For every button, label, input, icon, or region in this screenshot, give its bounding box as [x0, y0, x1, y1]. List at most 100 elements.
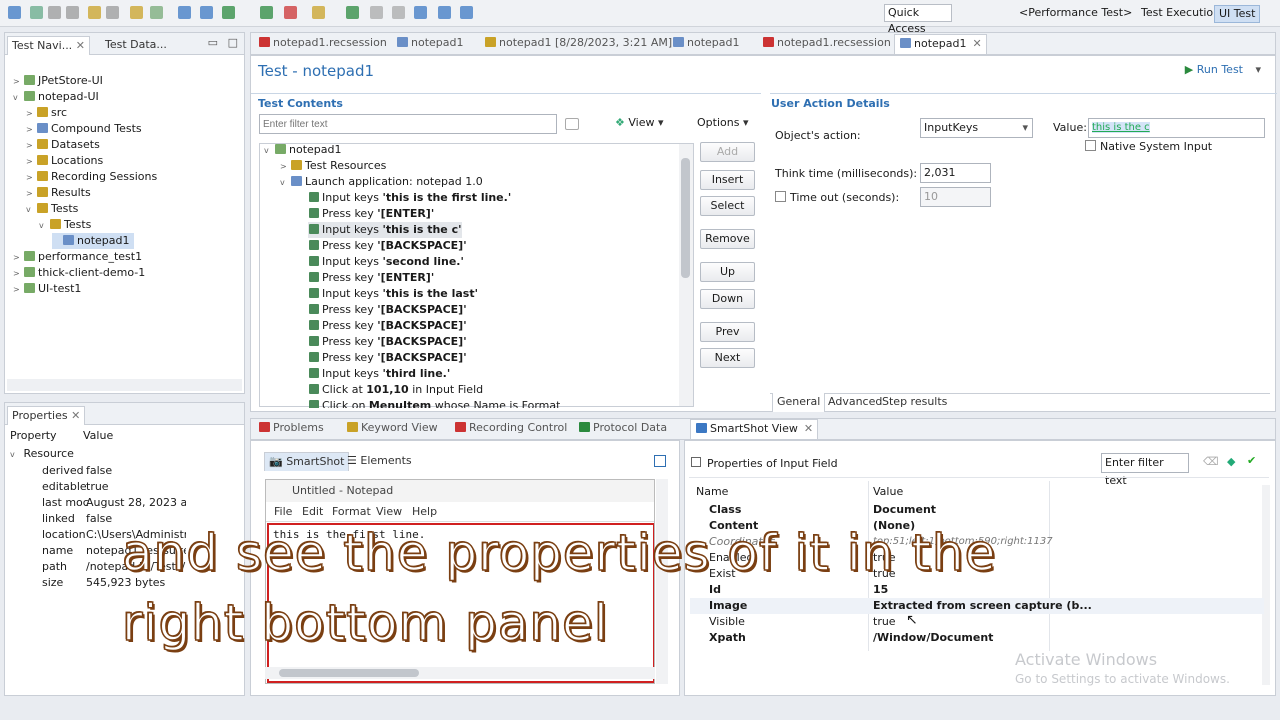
- options-menu[interactable]: Options ▾: [697, 116, 748, 129]
- test-resources-node[interactable]: > Test Resources: [280, 158, 386, 174]
- test-step[interactable]: Press key '[BACKSPACE]': [308, 302, 467, 318]
- nav-icon[interactable]: [460, 6, 473, 19]
- navigator-item[interactable]: > Results: [26, 185, 91, 201]
- property-row[interactable]: Xpath/Window/Document: [690, 630, 1264, 646]
- chevron-right-icon[interactable]: >: [26, 138, 36, 154]
- navigator-item[interactable]: > src: [26, 105, 67, 121]
- chevron-down-icon[interactable]: v: [26, 202, 36, 218]
- debug-icon[interactable]: [222, 6, 235, 19]
- chevron-right-icon[interactable]: >: [26, 154, 36, 170]
- think-time-input[interactable]: 2,031: [920, 163, 991, 183]
- annotation-icon[interactable]: [370, 6, 383, 19]
- navigator-item[interactable]: > Datasets: [26, 137, 100, 153]
- perspective-ui-test[interactable]: UI Test: [1214, 5, 1261, 23]
- navigator-item[interactable]: > UI-test1: [13, 281, 81, 297]
- view-menu[interactable]: ❖ View ▾: [615, 116, 664, 129]
- new-icon[interactable]: [8, 6, 21, 19]
- search-icon[interactable]: [178, 6, 191, 19]
- test-step[interactable]: Click at 101,10 in Input Field: [308, 382, 483, 398]
- run-test-button[interactable]: ▶ Run Test: [1185, 63, 1243, 76]
- external-tools-icon[interactable]: [312, 6, 325, 19]
- print-icon[interactable]: [66, 6, 79, 19]
- insert-button[interactable]: Insert: [700, 170, 755, 190]
- chevron-down-icon[interactable]: v: [13, 90, 23, 106]
- forward-icon[interactable]: [438, 6, 451, 19]
- refresh-icon[interactable]: [130, 6, 143, 19]
- perspective-performance-test[interactable]: <Performance Test>: [1015, 5, 1136, 21]
- bottom-tab[interactable]: SmartShot View ✕: [690, 419, 819, 439]
- native-input-checkbox[interactable]: [1085, 140, 1096, 151]
- chevron-down-icon[interactable]: v: [264, 143, 274, 159]
- diamond-icon[interactable]: ◆: [1227, 455, 1235, 468]
- bottom-tab[interactable]: Keyword View: [342, 419, 442, 439]
- settings-icon[interactable]: [150, 6, 163, 19]
- navigator-item[interactable]: > JPetStore-UI: [13, 73, 103, 89]
- chevron-right-icon[interactable]: >: [26, 186, 36, 202]
- open-icon[interactable]: [30, 6, 43, 19]
- navigator-item[interactable]: v notepad-UI: [13, 89, 99, 105]
- back-icon[interactable]: [414, 6, 427, 19]
- remove-button[interactable]: Remove: [700, 229, 755, 249]
- test-step[interactable]: Press key '[BACKSPACE]': [308, 350, 467, 366]
- maximize-icon[interactable]: □: [228, 36, 238, 49]
- find-icon[interactable]: [200, 6, 213, 19]
- navigator-item[interactable]: v Tests: [39, 217, 91, 233]
- test-step[interactable]: Click on MenuItem whose Name is Format: [308, 398, 560, 408]
- tree-root[interactable]: v notepad1: [264, 142, 342, 158]
- close-icon[interactable]: ✕: [76, 39, 85, 52]
- test-step[interactable]: Input keys 'third line.': [308, 366, 450, 382]
- editor-tab[interactable]: notepad1.recsession: [254, 34, 391, 54]
- up-button[interactable]: Up: [700, 262, 755, 282]
- next-button[interactable]: Next: [700, 348, 755, 368]
- clear-filter-icon[interactable]: ⌫: [1203, 455, 1219, 468]
- undo-icon[interactable]: [88, 6, 101, 19]
- save-icon[interactable]: [48, 6, 61, 19]
- select-button[interactable]: Select: [700, 196, 755, 216]
- perspective-test-execution[interactable]: Test Execution: [1137, 5, 1224, 21]
- navigator-item[interactable]: > Locations: [26, 153, 103, 169]
- dropdown-icon[interactable]: ▾: [1255, 63, 1261, 76]
- chevron-right-icon[interactable]: >: [26, 122, 36, 138]
- editor-tab[interactable]: notepad1: [392, 34, 468, 54]
- property-row[interactable]: Class Document: [690, 502, 1264, 518]
- chevron-right-icon[interactable]: >: [280, 159, 290, 175]
- test-step[interactable]: Press key '[ENTER]': [308, 206, 434, 222]
- chevron-right-icon[interactable]: >: [13, 250, 23, 266]
- navigator-item[interactable]: > Compound Tests: [26, 121, 142, 137]
- navigator-item[interactable]: notepad1: [52, 233, 134, 249]
- tab-properties[interactable]: Properties ✕: [7, 406, 86, 425]
- edit-icon[interactable]: [346, 6, 359, 19]
- tab-elements[interactable]: ☰ Elements: [343, 452, 416, 471]
- prev-button[interactable]: Prev: [700, 322, 755, 342]
- test-step[interactable]: Input keys 'this is the first line.': [308, 190, 511, 206]
- chevron-right-icon[interactable]: >: [26, 170, 36, 186]
- navigator-item[interactable]: > Recording Sessions: [26, 169, 157, 185]
- launch-app-node[interactable]: v Launch application: notepad 1.0: [280, 174, 483, 190]
- horizontal-scrollbar[interactable]: [7, 379, 242, 391]
- editor-tab[interactable]: notepad1 ✕: [894, 34, 987, 54]
- check-icon[interactable]: ✔: [1247, 454, 1256, 467]
- chevron-right-icon[interactable]: >: [13, 266, 23, 282]
- editor-tab[interactable]: notepad1: [668, 34, 744, 54]
- chevron-down-icon[interactable]: v: [280, 175, 290, 191]
- bottom-tab[interactable]: Problems: [254, 419, 328, 439]
- chevron-down-icon[interactable]: v: [39, 218, 49, 234]
- test-step[interactable]: Press key '[BACKSPACE]': [308, 238, 467, 254]
- value-input[interactable]: this is the c: [1088, 118, 1265, 138]
- add-button[interactable]: Add: [700, 142, 755, 162]
- chevron-right-icon[interactable]: >: [13, 282, 23, 298]
- test-step[interactable]: Input keys 'second line.': [308, 254, 464, 270]
- filter-options-icon[interactable]: [565, 118, 579, 130]
- bottom-tab[interactable]: Protocol Data: [574, 419, 671, 439]
- property-row[interactable]: Id 15: [690, 582, 1264, 598]
- tab-smartshot[interactable]: 📷 SmartShot: [264, 452, 350, 471]
- timeout-input[interactable]: 10: [920, 187, 991, 207]
- navigator-item[interactable]: v Tests: [26, 201, 78, 217]
- tab-general[interactable]: General: [772, 393, 826, 412]
- quick-access-field[interactable]: Quick Access: [884, 4, 952, 35]
- close-icon[interactable]: ✕: [71, 409, 80, 422]
- properties-filter[interactable]: Enter filter text: [1101, 453, 1189, 487]
- test-step[interactable]: Press key '[BACKSPACE]': [308, 318, 467, 334]
- test-step[interactable]: Input keys 'this is the c': [308, 222, 462, 238]
- chevron-right-icon[interactable]: >: [26, 106, 36, 122]
